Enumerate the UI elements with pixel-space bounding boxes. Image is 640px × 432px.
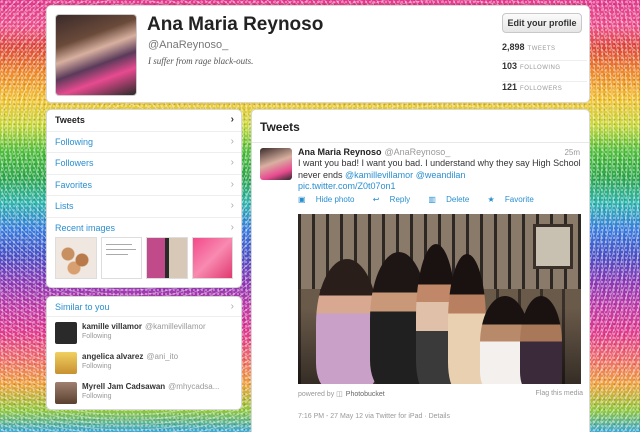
nav-item-label: Following (55, 136, 94, 147)
photobucket-link[interactable]: Photobucket (346, 391, 385, 398)
recent-images-link[interactable]: Recent images › (55, 221, 234, 233)
chevron-right-icon: › (230, 114, 234, 125)
user-handle: @mhycadsa... (168, 382, 220, 391)
avatar[interactable] (55, 352, 77, 374)
similar-user-name: angelica alvarez @ani_ito (82, 352, 178, 361)
flag-media-link[interactable]: Flag this media (536, 390, 583, 397)
similar-user-name: Myrell Jam Cadsawan @mhycadsa... (82, 382, 219, 391)
action-label: Delete (446, 195, 470, 204)
nav-item-favorites[interactable]: Favorites › (47, 175, 241, 196)
following-status: Following (82, 333, 112, 340)
recent-image-thumbnail[interactable] (100, 236, 142, 279)
mention-link[interactable]: @weandilan (416, 170, 466, 180)
star-icon: ★ (487, 195, 495, 204)
avatar[interactable] (55, 322, 77, 344)
chevron-right-icon: › (230, 301, 234, 312)
pic-link[interactable]: pic.twitter.com/Z0t07on1 (298, 181, 396, 191)
similar-user[interactable]: kamille villamor @kamillevillamor Followi… (47, 320, 241, 347)
nav-item-tweets[interactable]: Tweets › (47, 110, 241, 132)
stat-following-label: FOLLOWING (520, 65, 561, 71)
user-handle: @ani_ito (146, 352, 179, 361)
stat-tweets-count: 2,898 (502, 42, 525, 52)
tweet-timestamp[interactable]: 25m (564, 148, 580, 157)
profile-bio: I suffer from rage black-outs. (148, 56, 254, 66)
photo-footer: powered by ◫ Photobucket Flag this media (298, 390, 583, 398)
tweets-panel: Tweets Ana Maria Reynoso @AnaReynoso_ 25m… (251, 109, 590, 432)
delete-button[interactable]: ▥ Delete (428, 195, 477, 204)
tweet-handle[interactable]: @AnaReynoso_ (385, 147, 451, 157)
tweet-header: Ana Maria Reynoso @AnaReynoso_ (298, 147, 450, 157)
user-name: Myrell Jam Cadsawan (82, 382, 166, 391)
photobucket-icon: ◫ (336, 391, 343, 398)
thumbnail-text-line (105, 243, 132, 245)
action-label: Reply (389, 195, 411, 204)
chevron-right-icon: › (230, 200, 234, 211)
stat-followers-count: 121 (502, 82, 518, 92)
tweet-author[interactable]: Ana Maria Reynoso (298, 147, 382, 157)
stat-followers[interactable]: 121 FOLLOWERS (502, 81, 587, 101)
reply-button[interactable]: ↩ Reply (373, 195, 418, 204)
tweet-actions: ▣ Hide photo ↩ Reply ▥ Delete ★ Favorite (298, 195, 550, 204)
similar-user[interactable]: angelica alvarez @ani_ito Following (47, 350, 241, 377)
tweet-meta[interactable]: 7:16 PM - 27 May 12 via Twitter for iPad… (298, 413, 450, 420)
chevron-right-icon: › (230, 178, 234, 190)
profile-handle: @AnaReynoso_ (148, 39, 229, 51)
similar-header[interactable]: Similar to you › (47, 297, 241, 317)
photo-person (316, 259, 378, 384)
stat-following[interactable]: 103 FOLLOWING (502, 60, 587, 80)
action-label: Hide photo (315, 195, 355, 204)
recent-images-thumbnails (55, 236, 233, 279)
thumbnail-text-line (105, 253, 128, 255)
recent-image-thumbnail[interactable] (191, 236, 233, 279)
similar-title: Similar to you (55, 302, 110, 312)
action-label: Favorite (504, 195, 534, 204)
stat-tweets-label: TWEETS (527, 46, 556, 52)
thumbnail-text-line (105, 248, 136, 250)
profile-avatar[interactable] (55, 14, 137, 96)
powered-by-label: powered by (298, 391, 335, 398)
similar-user[interactable]: Myrell Jam Cadsawan @mhycadsa... Followin… (47, 380, 241, 407)
recent-image-thumbnail[interactable] (146, 236, 188, 279)
profile-header: Ana Maria Reynoso @AnaReynoso_ I suffer … (46, 5, 590, 103)
user-handle: @kamillevillamor (145, 322, 206, 331)
nav-item-label: Favorites (55, 179, 93, 190)
similar-to-you: Similar to you › kamille villamor @kamill… (46, 296, 242, 410)
mention-link[interactable]: @kamillevillamor (345, 170, 413, 180)
following-status: Following (82, 393, 112, 400)
recent-images: Recent images › (47, 218, 241, 284)
tweet-photo[interactable] (298, 214, 581, 384)
photo-person (520, 296, 562, 384)
tweet-avatar[interactable] (260, 148, 292, 180)
avatar[interactable] (55, 382, 77, 404)
recent-image-thumbnail[interactable] (55, 236, 97, 279)
user-name: angelica alvarez (82, 352, 144, 361)
following-status: Following (82, 363, 112, 370)
tweet-text: I want you bad! I want you bad. I unders… (298, 158, 583, 193)
chevron-right-icon: › (230, 221, 234, 233)
similar-user-name: kamille villamor @kamillevillamor (82, 322, 206, 331)
photo-frame (533, 224, 573, 269)
nav-item-label: Tweets (55, 115, 85, 125)
chevron-right-icon: › (230, 157, 234, 168)
nav-item-lists[interactable]: Lists › (47, 196, 241, 218)
tweets-title: Tweets (252, 110, 589, 143)
stat-following-count: 103 (502, 61, 518, 71)
hide-photo-button[interactable]: ▣ Hide photo (298, 195, 363, 204)
photo-icon: ▣ (298, 195, 306, 204)
reply-icon: ↩ (372, 195, 380, 204)
nav-item-label: Followers (55, 158, 94, 168)
profile-nav: Tweets › Following › Followers › Favorit… (46, 109, 242, 288)
stat-followers-label: FOLLOWERS (520, 86, 563, 92)
trash-icon: ▥ (428, 195, 436, 204)
chevron-right-icon: › (230, 135, 234, 147)
user-name: kamille villamor (82, 322, 143, 331)
stat-tweets[interactable]: 2,898 TWEETS (502, 42, 587, 62)
nav-item-label: Lists (55, 201, 74, 211)
edit-profile-button[interactable]: Edit your profile (502, 13, 582, 33)
profile-name: Ana Maria Reynoso (147, 14, 324, 35)
recent-images-label: Recent images (55, 222, 116, 233)
favorite-button[interactable]: ★ Favorite (488, 195, 542, 204)
nav-item-followers[interactable]: Followers › (47, 153, 241, 175)
nav-item-following[interactable]: Following › (47, 132, 241, 153)
